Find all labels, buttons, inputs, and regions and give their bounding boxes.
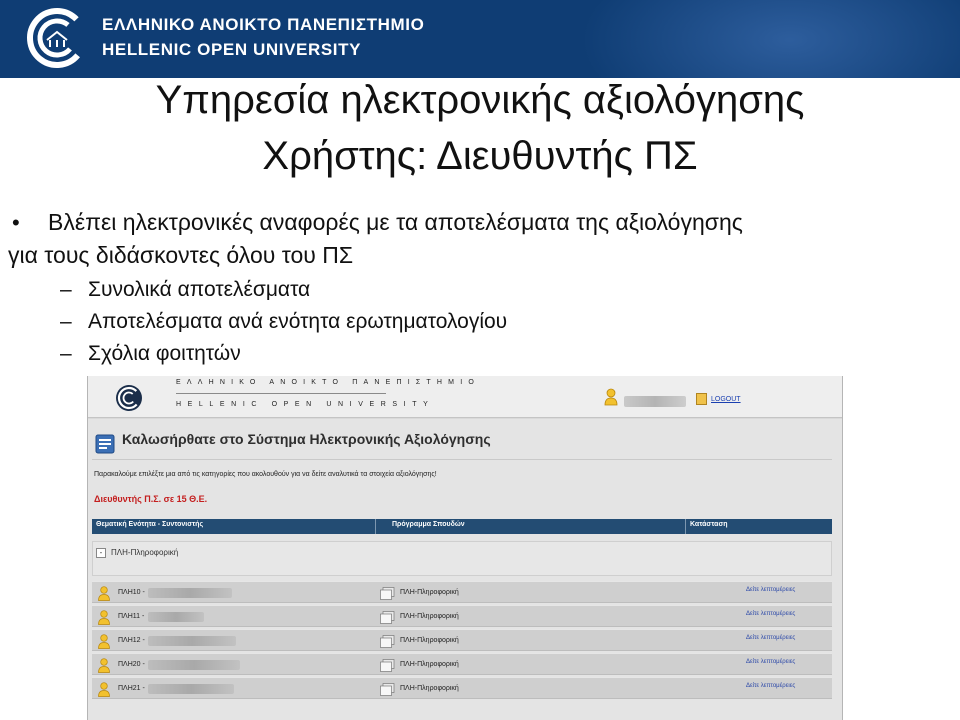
course-code: ΠΛΗ11 - xyxy=(118,613,145,620)
logout-link[interactable]: LOGOUT xyxy=(711,396,741,403)
app-hou-logo-icon xyxy=(116,385,142,411)
bullet-line-1: Βλέπει ηλεκτρονικές αναφορές με τα αποτε… xyxy=(48,209,743,235)
instructions-text: Παρακαλούμε επιλέξτε μια από τις κατηγορ… xyxy=(94,471,437,478)
bullet-line-2: για τους διδάσκοντες όλου του ΠΣ xyxy=(8,242,354,268)
dash-icon: – xyxy=(60,310,72,333)
logout-icon[interactable] xyxy=(696,393,707,405)
view-details-link[interactable]: Δείτε λεπτομέρειες xyxy=(746,587,795,593)
app-body: Καλωσήρθατε στο Σύστημα Ηλεκτρονικής Αξι… xyxy=(88,419,842,720)
table-row: ΠΛΗ11 - ΠΛΗ-Πληροφορική Δείτε λεπτομέρει… xyxy=(92,605,832,627)
course-code: ΠΛΗ20 - xyxy=(118,661,145,668)
documents-icon xyxy=(380,587,395,600)
coordinator-name-redacted xyxy=(148,588,232,598)
user-icon xyxy=(98,682,110,697)
slide-subtitle: Χρήστης: Διευθυντής ΠΣ xyxy=(262,134,698,178)
view-details-link[interactable]: Δείτε λεπτομέρειες xyxy=(746,635,795,641)
slide-title: Υπηρεσία ηλεκτρονικής αξιολόγησης xyxy=(155,78,805,122)
documents-icon xyxy=(380,683,395,696)
sub-bullet-item: – Συνολικά αποτελέσματα xyxy=(60,278,310,302)
table-row: ΠΛΗ20 - ΠΛΗ-Πληροφορική Δείτε λεπτομέρει… xyxy=(92,653,832,675)
sub-bullet-text: Συνολικά αποτελέσματα xyxy=(88,278,311,301)
view-details-link[interactable]: Δείτε λεπτομέρειες xyxy=(746,683,795,689)
sub-bullet-item: – Αποτελέσματα ανά ενότητα ερωτηματολογίο… xyxy=(60,310,507,334)
banner-glow xyxy=(580,0,960,78)
group-row-pli[interactable]: - ΠΛΗ-Πληροφορική xyxy=(92,541,832,576)
table-row: ΠΛΗ10 - ΠΛΗ-Πληροφορική Δείτε λεπτομέρει… xyxy=(92,581,832,603)
view-details-link[interactable]: Δείτε λεπτομέρειες xyxy=(746,611,795,617)
coordinator-name-redacted xyxy=(148,612,204,622)
documents-icon xyxy=(380,659,395,672)
sub-bullet-text: Σχόλια φοιτητών xyxy=(88,342,241,365)
coordinator-name-redacted xyxy=(148,684,234,694)
program-name: ΠΛΗ-Πληροφορική xyxy=(400,637,459,644)
university-name-english: HELLENIC OPEN UNIVERSITY xyxy=(102,40,362,59)
bullet-dot-icon: • xyxy=(12,210,20,235)
university-name-greek: ΕΛΛΗΝΙΚΟ ΑΝΟΙΚΤΟ ΠΑΝΕΠΙΣΤΗΜΙΟ xyxy=(102,15,425,34)
table-row: ΠΛΗ12 - ΠΛΗ-Πληροφορική Δείτε λεπτομέρει… xyxy=(92,629,832,651)
dash-icon: – xyxy=(60,278,72,301)
program-name: ΠΛΗ-Πληροφορική xyxy=(400,661,459,668)
program-name: ΠΛΗ-Πληροφορική xyxy=(400,589,459,596)
welcome-divider xyxy=(92,459,832,460)
user-icon xyxy=(98,634,110,649)
user-name-redacted xyxy=(624,396,686,407)
user-icon xyxy=(98,658,110,673)
program-name: ΠΛΗ-Πληροφορική xyxy=(400,685,459,692)
app-header: ΕΛΛΗΝΙΚΟ ΑΝΟΙΚΤΟ ΠΑΝΕΠΙΣΤΗΜΙΟ HELLENIC O… xyxy=(88,376,842,418)
table-header: Θεματική Ενότητα - Συντονιστής Πρόγραμμα… xyxy=(92,519,832,534)
sub-bullet-item: – Σχόλια φοιτητών xyxy=(60,342,241,366)
coordinator-name-redacted xyxy=(148,636,236,646)
course-code: ΠΛΗ10 - xyxy=(118,589,145,596)
coordinator-name-redacted xyxy=(148,660,240,670)
user-icon xyxy=(98,610,110,625)
column-separator xyxy=(375,519,376,534)
documents-icon xyxy=(380,635,395,648)
evaluation-app-screenshot: ΕΛΛΗΝΙΚΟ ΑΝΟΙΚΤΟ ΠΑΝΕΠΙΣΤΗΜΙΟ HELLENIC O… xyxy=(87,376,843,720)
user-icon xyxy=(98,586,110,601)
app-name-english: HELLENIC OPEN UNIVERSITY xyxy=(176,401,435,408)
header-banner: ΕΛΛΗΝΙΚΟ ΑΝΟΙΚΤΟ ΠΑΝΕΠΙΣΤΗΜΙΟ HELLENIC O… xyxy=(0,0,960,78)
dash-icon: – xyxy=(60,342,72,365)
column-header-status[interactable]: Κατάσταση xyxy=(690,521,728,528)
view-details-link[interactable]: Δείτε λεπτομέρειες xyxy=(746,659,795,665)
column-header-program[interactable]: Πρόγραμμα Σπουδών xyxy=(392,521,465,528)
table-row: ΠΛΗ21 - ΠΛΗ-Πληροφορική Δείτε λεπτομέρει… xyxy=(92,677,832,699)
hou-logo-icon xyxy=(27,8,87,68)
course-code: ΠΛΗ21 - xyxy=(118,685,145,692)
welcome-title: Καλωσήρθατε στο Σύστημα Ηλεκτρονικής Αξι… xyxy=(122,431,491,447)
group-label: ΠΛΗ-Πληροφορική xyxy=(111,548,179,557)
sub-bullet-text: Αποτελέσματα ανά ενότητα ερωτηματολογίου xyxy=(88,310,508,333)
collapse-toggle[interactable]: - xyxy=(96,548,106,558)
course-code: ΠΛΗ12 - xyxy=(118,637,145,644)
clipboard-icon xyxy=(95,434,115,454)
documents-icon xyxy=(380,611,395,624)
column-header-course[interactable]: Θεματική Ενότητα - Συντονιστής xyxy=(96,521,203,528)
role-label: Διευθυντής Π.Σ. σε 15 Θ.Ε. xyxy=(94,494,208,504)
app-name-greek: ΕΛΛΗΝΙΚΟ ΑΝΟΙΚΤΟ ΠΑΝΕΠΙΣΤΗΜΙΟ xyxy=(176,379,480,386)
main-bullet: • Βλέπει ηλεκτρονικές αναφορές με τα απο… xyxy=(8,206,938,272)
header-divider xyxy=(176,393,386,394)
program-name: ΠΛΗ-Πληροφορική xyxy=(400,613,459,620)
column-separator xyxy=(685,519,686,534)
user-icon xyxy=(604,388,618,406)
